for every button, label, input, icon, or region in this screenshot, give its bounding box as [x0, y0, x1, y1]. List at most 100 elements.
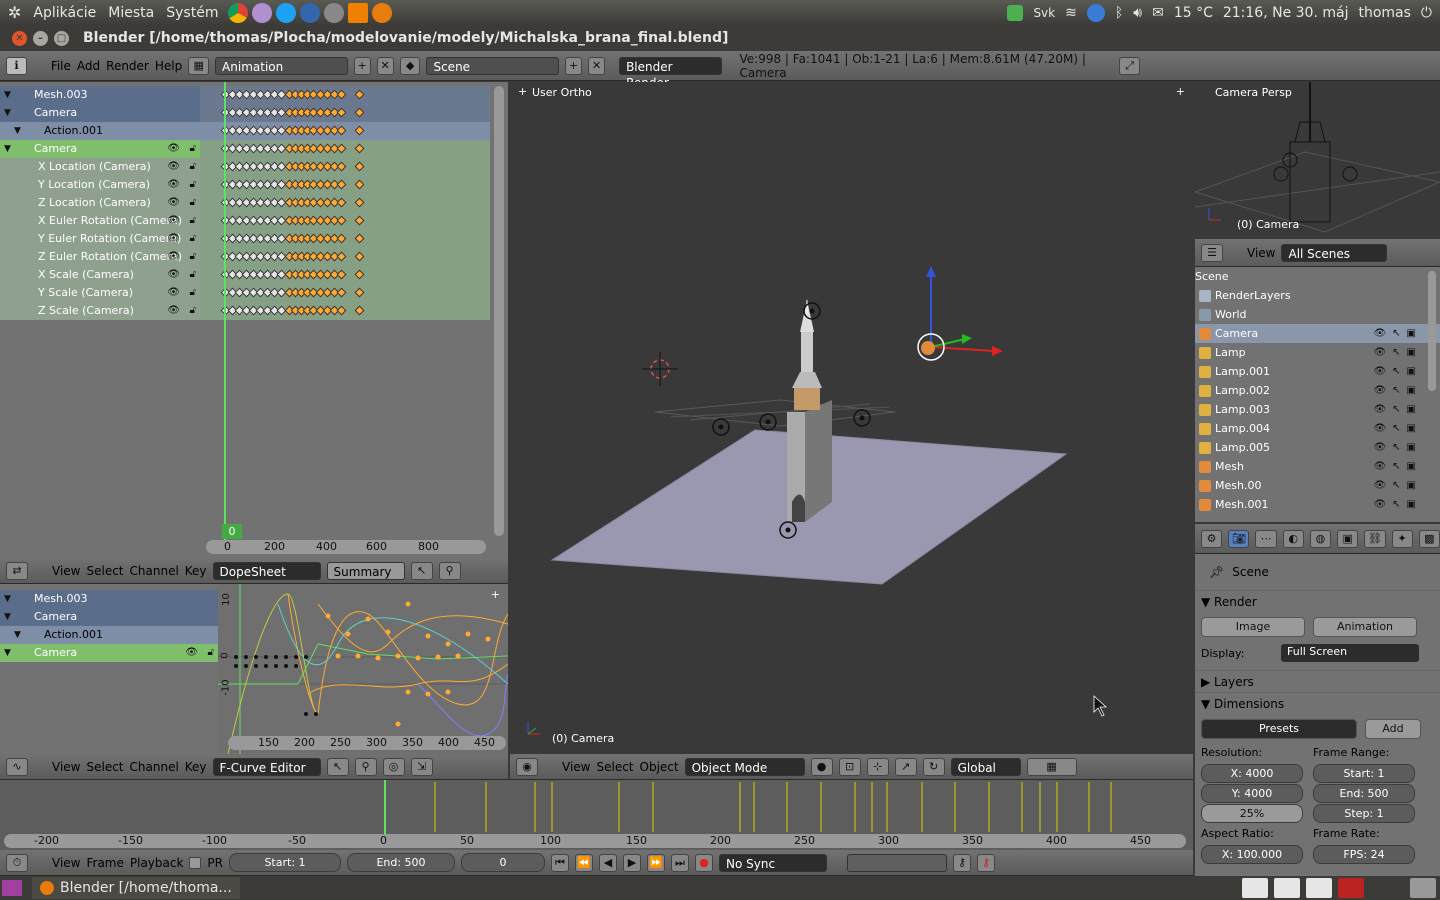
channel-row[interactable]: X Scale (Camera) 👁︎ 🔓︎ — [0, 266, 200, 284]
jump-end-icon[interactable]: ⏭ — [671, 853, 689, 872]
menu-file[interactable]: File — [51, 59, 71, 73]
power-icon[interactable]: ⏻ — [1421, 5, 1432, 21]
editor-type-icon[interactable]: ◉ — [516, 757, 538, 776]
keyframe-diamond[interactable] — [354, 161, 365, 172]
world-tab-icon[interactable]: ◍ — [1309, 529, 1332, 548]
outliner-row[interactable]: World — [1195, 305, 1440, 324]
add-screen-icon[interactable]: + — [353, 56, 371, 75]
timeline-start-field[interactable]: Start: 1 — [229, 853, 341, 872]
lock-icon[interactable]: 🔓︎ — [190, 284, 196, 302]
timeline-area[interactable]: -200 -150 -100 -50 0 50 100 150 200 250 … — [0, 780, 1193, 850]
editor-type-icon[interactable]: ⚙ — [1201, 529, 1223, 548]
sync-mode-select[interactable]: No Sync — [719, 853, 827, 872]
lock-icon[interactable]: 🔓︎ — [190, 302, 196, 320]
keying-set-field[interactable] — [847, 853, 947, 872]
channel-row[interactable]: Y Scale (Camera) 👁︎ 🔓︎ — [0, 284, 200, 302]
dopesheet-keyframe-area[interactable]: 0 0 200 400 600 800 — [200, 82, 508, 558]
shading-icon[interactable]: ● — [810, 757, 833, 776]
keyframe-diamond[interactable] — [354, 305, 365, 316]
menu-view[interactable]: View — [52, 856, 80, 870]
menu-frame[interactable]: Frame — [86, 856, 123, 870]
keyframe-diamond[interactable] — [336, 107, 347, 118]
keyframe-diamond[interactable] — [336, 287, 347, 298]
insert-keyframe-icon[interactable]: ⚷ — [953, 853, 971, 872]
channel-row[interactable]: X Euler Rotation (Camera) 👁︎ 🔓︎ — [0, 212, 200, 230]
outliner-row[interactable]: Lamp.003 👁︎↖▣ — [1195, 400, 1440, 419]
channel-row[interactable]: ▼ Camera — [0, 104, 200, 122]
menu-key[interactable]: Key — [185, 564, 207, 578]
restrict-toggles-icon[interactable]: 👁︎↖▣ — [1373, 343, 1422, 362]
display-select[interactable]: Full Screen — [1281, 644, 1419, 662]
keyframe-diamond[interactable] — [354, 179, 365, 190]
bluetooth-icon[interactable]: ᛒ — [1115, 5, 1123, 21]
lock-icon[interactable]: 🔓︎ — [190, 248, 196, 266]
blender-icon[interactable] — [1274, 878, 1300, 898]
lock-icon[interactable]: 🔓︎ — [190, 230, 196, 248]
texture-tab-icon[interactable]: ▩ — [1418, 529, 1440, 548]
keyframe-diamond[interactable] — [336, 179, 347, 190]
screenshot-icon[interactable] — [324, 2, 345, 23]
keyframe-diamond[interactable] — [354, 215, 365, 226]
channel-row[interactable]: ▼ Mesh.003 — [0, 590, 218, 608]
outliner-row[interactable]: Lamp 👁︎↖▣ — [1195, 343, 1440, 362]
lock-icon[interactable]: 🔓︎ — [190, 176, 196, 194]
show-desktop-icon[interactable] — [2, 880, 22, 896]
restrict-toggles-icon[interactable]: 👁︎↖▣ — [1373, 438, 1422, 457]
thunderbird-icon[interactable] — [300, 2, 321, 23]
menu-object[interactable]: Object — [640, 760, 679, 774]
maximize-window-button[interactable]: □ — [54, 30, 69, 46]
fcurve-plus-icon[interactable]: + — [491, 588, 500, 601]
restrict-toggles-icon[interactable]: 👁︎↖▣ — [1373, 419, 1422, 438]
keyframe-diamond[interactable] — [336, 269, 347, 280]
visibility-icon[interactable]: 👁︎ — [167, 176, 180, 194]
lock-icon[interactable]: 🔓︎ — [190, 194, 196, 212]
modifier-tab-icon[interactable]: ✦ — [1391, 529, 1413, 548]
keyframe-diamond[interactable] — [354, 143, 365, 154]
show-hidden-icon[interactable]: ⚲ — [354, 757, 377, 776]
keyframe-diamond[interactable] — [336, 161, 347, 172]
keyframe-row[interactable] — [200, 158, 490, 176]
keyframe-row[interactable] — [200, 284, 490, 302]
keyframe-row[interactable] — [200, 176, 490, 194]
rotate-icon[interactable]: ↻ — [922, 757, 945, 776]
menu-channel[interactable]: Channel — [130, 760, 179, 774]
outliner-row[interactable]: Camera 👁︎↖▣ — [1195, 324, 1440, 343]
channel-row[interactable]: Z Location (Camera) 👁︎ 🔓︎ — [0, 194, 200, 212]
visibility-icon[interactable]: 👁︎ — [167, 266, 180, 284]
expand-triangle-icon[interactable]: ▼ — [14, 626, 21, 644]
visibility-icon[interactable]: 👁︎ — [167, 248, 180, 266]
show-hidden-icon[interactable]: ⚲ — [438, 561, 461, 580]
dopesheet-mode-select[interactable]: DopeSheet — [212, 561, 321, 580]
render-engine-select[interactable]: Blender Render — [619, 56, 722, 90]
lock-icon[interactable]: 🔓︎ — [190, 212, 196, 230]
jump-keyframe-forward-icon[interactable]: ⏩ — [647, 853, 665, 872]
menu-view[interactable]: View — [52, 760, 80, 774]
lock-icon[interactable]: 🔓︎ — [190, 158, 196, 176]
editor-type-icon[interactable]: ℹ — [6, 56, 27, 75]
channel-row[interactable]: Z Scale (Camera) 👁︎ 🔓︎ — [0, 302, 200, 320]
editor-type-icon[interactable]: ∿ — [6, 757, 28, 776]
files-icon[interactable] — [1306, 878, 1332, 898]
restrict-toggles-icon[interactable]: 👁︎↖▣ — [1373, 362, 1422, 381]
frame-end-field[interactable]: End: 500 — [1313, 784, 1415, 803]
resolution-percent-field[interactable]: 25% — [1201, 804, 1303, 823]
channel-row[interactable]: ▼ Camera 👁︎ 🔓︎ — [0, 644, 218, 662]
select-only-icon[interactable]: ↖ — [326, 757, 349, 776]
menu-view[interactable]: View — [1247, 246, 1275, 260]
frame-step-field[interactable]: Step: 1 — [1313, 804, 1415, 823]
mail-icon[interactable]: ✉ — [1152, 5, 1164, 21]
channel-row[interactable]: ▼ Camera — [0, 608, 218, 626]
keyframe-diamond[interactable] — [354, 197, 365, 208]
expand-triangle-icon[interactable]: ▼ — [4, 104, 11, 122]
timeline-ruler[interactable]: -200 -150 -100 -50 0 50 100 150 200 250 … — [4, 834, 1186, 848]
pin-icon[interactable]: 📌︎ — [1209, 565, 1224, 579]
keyframe-diamond[interactable] — [336, 233, 347, 244]
channel-row[interactable]: ▼ Action.001 — [0, 626, 218, 644]
keyframe-row[interactable] — [200, 212, 490, 230]
scene-tab-icon[interactable]: ◐ — [1282, 529, 1304, 548]
restrict-toggles-icon[interactable]: 👁︎↖▣ — [1373, 400, 1422, 419]
resolution-y-field[interactable]: Y: 4000 — [1201, 784, 1303, 803]
restrict-toggles-icon[interactable]: 👁︎↖▣ — [1373, 457, 1422, 476]
fcurve-graph[interactable] — [218, 584, 508, 754]
3d-viewport[interactable]: User Ortho + + (0) Camera — [510, 82, 1193, 754]
